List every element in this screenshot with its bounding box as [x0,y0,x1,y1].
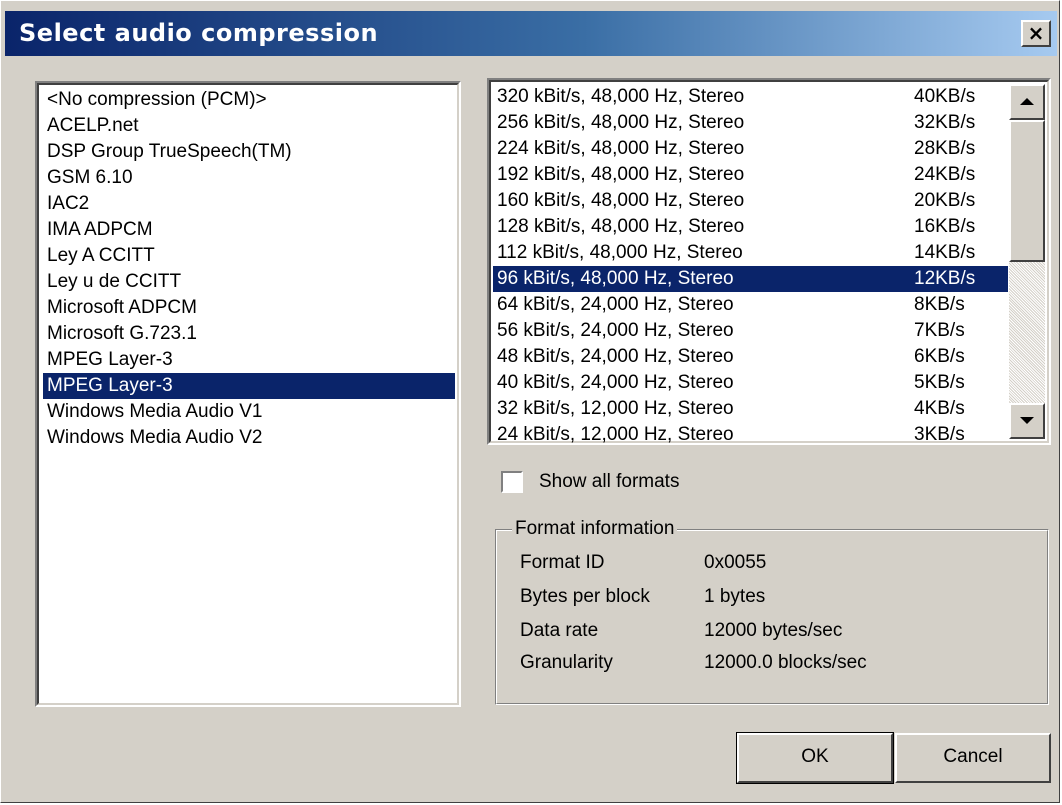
list-item[interactable]: 320 kBit/s, 48,000 Hz, Stereo 40KB/s [493,84,1008,110]
list-item[interactable]: Windows Media Audio V1 [43,399,455,425]
list-item[interactable]: 64 kBit/s, 24,000 Hz, Stereo 8KB/s [493,292,1008,318]
format-description: 48 kBit/s, 24,000 Hz, Stereo [497,346,734,367]
format-description: 112 kBit/s, 48,000 Hz, Stereo [497,242,743,263]
window-title: Select audio compression [19,19,379,47]
list-item[interactable]: DSP Group TrueSpeech(TM) [43,139,455,165]
cancel-button[interactable]: Cancel [895,733,1051,783]
codec-list-items: <No compression (PCM)> ACELP.net DSP Group… [43,87,455,451]
list-item[interactable]: 96 kBit/s, 48,000 Hz, Stereo 12KB/s [493,266,1008,292]
list-item[interactable]: IAC2 [43,191,455,217]
list-item[interactable]: Ley u de CCITT [43,269,455,295]
granularity-label: Granularity [520,652,613,673]
format-description: 320 kBit/s, 48,000 Hz, Stereo [497,86,745,107]
list-item[interactable]: <No compression (PCM)> [43,87,455,113]
format-description: 40 kBit/s, 24,000 Hz, Stereo [497,372,734,393]
close-button[interactable]: × [1021,20,1051,47]
list-item[interactable]: 112 kBit/s, 48,000 Hz, Stereo 14KB/s [493,240,1008,266]
format-bitrate: 24KB/s [914,164,976,185]
list-item[interactable]: 56 kBit/s, 24,000 Hz, Stereo 7KB/s [493,318,1008,344]
list-item[interactable]: ACELP.net [43,113,455,139]
list-item[interactable]: Windows Media Audio V2 [43,425,455,451]
codec-list[interactable]: <No compression (PCM)> ACELP.net DSP Group… [35,81,461,707]
format-information-legend: Format information [512,516,678,542]
list-item[interactable]: MPEG Layer-3 [43,373,455,399]
format-description: 96 kBit/s, 48,000 Hz, Stereo [497,268,734,289]
list-item[interactable]: 24 kBit/s, 12,000 Hz, Stereo 3KB/s [493,422,1008,445]
format-list[interactable]: 320 kBit/s, 48,000 Hz, Stereo 40KB/s 256 k… [487,78,1051,445]
format-description: 160 kBit/s, 48,000 Hz, Stereo [497,190,745,211]
format-id-value: 0x0055 [704,552,767,573]
data-rate-label: Data rate [520,620,599,641]
list-item[interactable]: IMA ADPCM [43,217,455,243]
format-bitrate: 40KB/s [914,86,976,107]
list-item[interactable]: 192 kBit/s, 48,000 Hz, Stereo 24KB/s [493,162,1008,188]
format-description: 128 kBit/s, 48,000 Hz, Stereo [497,216,745,237]
audio-compression-dialog: Select audio compression × <No compressi… [0,0,1060,803]
list-item[interactable]: Microsoft G.723.1 [43,321,455,347]
bytes-per-block-label: Bytes per block [520,586,650,607]
format-list-scrollbar[interactable] [1009,84,1045,439]
list-item[interactable]: GSM 6.10 [43,165,455,191]
scroll-down-button[interactable] [1009,403,1045,439]
show-all-formats-checkbox[interactable] [501,471,523,493]
format-description: 56 kBit/s, 24,000 Hz, Stereo [497,320,734,341]
bytes-per-block-value: 1 bytes [704,586,766,607]
format-description: 32 kBit/s, 12,000 Hz, Stereo [497,398,734,419]
data-rate-value: 12000 bytes/sec [704,620,843,641]
format-bitrate: 5KB/s [914,372,965,393]
format-bitrate: 8KB/s [914,294,965,315]
format-bitrate: 7KB/s [914,320,965,341]
arrow-down-icon [1020,417,1034,424]
granularity-value: 12000.0 blocks/sec [704,652,867,673]
format-bitrate: 14KB/s [914,242,976,263]
format-description: 224 kBit/s, 48,000 Hz, Stereo [497,138,745,159]
list-item[interactable]: 40 kBit/s, 24,000 Hz, Stereo 5KB/s [493,370,1008,396]
format-description: 64 kBit/s, 24,000 Hz, Stereo [497,294,734,315]
list-item[interactable]: 48 kBit/s, 24,000 Hz, Stereo 6KB/s [493,344,1008,370]
format-bitrate: 12KB/s [914,268,976,289]
ok-button[interactable]: OK [736,732,894,784]
format-bitrate: 16KB/s [914,216,976,237]
list-item[interactable]: Ley A CCITT [43,243,455,269]
format-bitrate: 20KB/s [914,190,976,211]
list-item[interactable]: 32 kBit/s, 12,000 Hz, Stereo 4KB/s [493,396,1008,422]
format-description: 192 kBit/s, 48,000 Hz, Stereo [497,164,745,185]
list-item[interactable]: MPEG Layer-3 [43,347,455,373]
list-item[interactable]: 256 kBit/s, 48,000 Hz, Stereo 32KB/s [493,110,1008,136]
format-bitrate: 6KB/s [914,346,965,367]
scroll-thumb[interactable] [1009,120,1045,262]
format-description: 24 kBit/s, 12,000 Hz, Stereo [497,424,734,445]
format-list-items: 320 kBit/s, 48,000 Hz, Stereo 40KB/s 256 k… [493,84,1008,445]
show-all-formats-label[interactable]: Show all formats [539,469,679,495]
close-icon: × [1027,21,1045,45]
format-information-group: Format information Format ID 0x0055 Byte… [495,516,1049,705]
list-item[interactable]: 160 kBit/s, 48,000 Hz, Stereo 20KB/s [493,188,1008,214]
format-bitrate: 3KB/s [914,424,965,445]
scroll-up-button[interactable] [1009,84,1045,120]
format-id-label: Format ID [520,552,605,573]
list-item[interactable]: 128 kBit/s, 48,000 Hz, Stereo 16KB/s [493,214,1008,240]
format-bitrate: 4KB/s [914,398,965,419]
format-description: 256 kBit/s, 48,000 Hz, Stereo [497,112,745,133]
format-bitrate: 28KB/s [914,138,976,159]
list-item[interactable]: 224 kBit/s, 48,000 Hz, Stereo 28KB/s [493,136,1008,162]
list-item[interactable]: Microsoft ADPCM [43,295,455,321]
title-bar[interactable]: Select audio compression × [5,11,1057,56]
arrow-up-icon [1020,98,1034,105]
format-bitrate: 32KB/s [914,112,976,133]
